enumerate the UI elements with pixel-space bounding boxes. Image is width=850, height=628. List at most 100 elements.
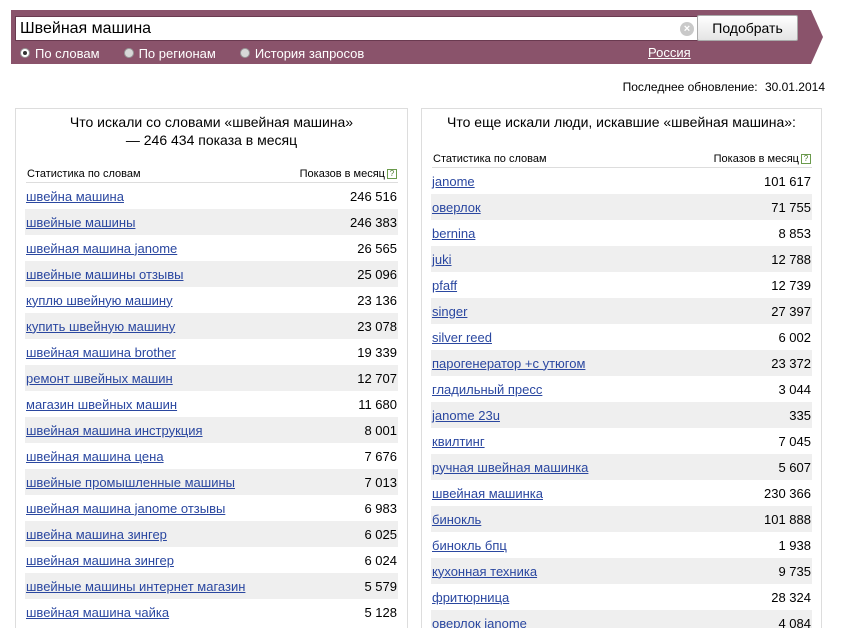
impressions-count: 5 579 xyxy=(364,578,397,594)
phrase-link[interactable]: квилтинг xyxy=(432,434,485,449)
table-row: швейные машины отзывы 25 096 xyxy=(25,261,398,287)
impressions-count: 28 324 xyxy=(771,589,811,605)
phrase-link[interactable]: швейная машина инструкция xyxy=(26,423,203,438)
phrase-link[interactable]: фритюрница xyxy=(432,590,509,605)
radio-query-history[interactable] xyxy=(239,48,250,58)
phrase-link[interactable]: оверлок janome xyxy=(432,616,527,628)
table-row: бинокль 101 888 xyxy=(431,506,812,532)
table-row: бинокль бпц 1 938 xyxy=(431,532,812,558)
help-icon[interactable]: ? xyxy=(801,154,811,165)
radio-by-regions[interactable] xyxy=(123,48,134,58)
phrase-link[interactable]: парогенератор +с утюгом xyxy=(432,356,585,371)
mode-by-words[interactable]: По словам xyxy=(20,46,100,61)
table-row: bernina 8 853 xyxy=(431,220,812,246)
impressions-count: 23 372 xyxy=(771,355,811,371)
phrase-link[interactable]: швейная машина чайка xyxy=(26,605,169,620)
table-row: швейные машины интернет магазин 5 579 xyxy=(25,573,398,599)
table-row: janome 101 617 xyxy=(431,168,812,194)
table-row: квилтинг 7 045 xyxy=(431,428,812,454)
left-col-count: Показов в месяц xyxy=(299,167,385,180)
search-banner: × Подобрать По словам По регионам Истори… xyxy=(11,10,823,64)
phrase-link[interactable]: швейная машина цена xyxy=(26,449,164,464)
phrase-link[interactable]: куплю швейную машину xyxy=(26,293,173,308)
impressions-count: 6 025 xyxy=(364,526,397,542)
table-row: швейная машина цена 7 676 xyxy=(25,443,398,469)
search-mode-group: По словам По регионам История запросов xyxy=(20,45,388,61)
phrase-link[interactable]: silver reed xyxy=(432,330,492,345)
table-row: парогенератор +с утюгом 23 372 xyxy=(431,350,812,376)
table-row: швейная машина чайка 5 128 xyxy=(25,599,398,625)
impressions-count: 101 888 xyxy=(764,511,811,527)
submit-button[interactable]: Подобрать xyxy=(697,15,798,41)
impressions-count: 7 676 xyxy=(364,448,397,464)
phrase-link[interactable]: магазин швейных машин xyxy=(26,397,177,412)
table-row: швейная машина инструкция 8 001 xyxy=(25,417,398,443)
table-row: juki 12 788 xyxy=(431,246,812,272)
phrase-link[interactable]: ремонт швейных машин xyxy=(26,371,173,386)
last-updated: Последнее обновление: 30.01.2014 xyxy=(619,80,825,94)
mode-by-regions[interactable]: По регионам xyxy=(123,46,216,61)
phrase-link[interactable]: кухонная техника xyxy=(432,564,537,579)
right-table-header: Статистика по словам Показов в месяц? xyxy=(432,151,812,168)
table-row: singer 27 397 xyxy=(431,298,812,324)
impressions-count: 71 755 xyxy=(771,199,811,215)
phrase-link[interactable]: бинокль бпц xyxy=(432,538,507,553)
phrase-link[interactable]: pfaff xyxy=(432,278,457,293)
clear-icon[interactable]: × xyxy=(680,22,694,36)
phrase-link[interactable]: juki xyxy=(432,252,452,267)
impressions-count: 6 002 xyxy=(778,329,811,345)
phrase-link[interactable]: швейна машина xyxy=(26,189,124,204)
impressions-count: 12 788 xyxy=(771,251,811,267)
phrase-link[interactable]: оверлок xyxy=(432,200,481,215)
phrase-link[interactable]: singer xyxy=(432,304,467,319)
table-row: кухонная техника 9 735 xyxy=(431,558,812,584)
left-col-count-wrap: Показов в месяц? xyxy=(300,168,397,180)
radio-by-words[interactable] xyxy=(20,48,30,58)
phrase-link[interactable]: janome xyxy=(432,174,475,189)
phrase-link[interactable]: швейная машинка xyxy=(432,486,543,501)
phrase-link[interactable]: ручная швейная машинка xyxy=(432,460,588,475)
table-row: гладильный пресс 3 044 xyxy=(431,376,812,402)
phrase-link[interactable]: janome 23u xyxy=(432,408,500,423)
region-link[interactable]: Россия xyxy=(648,45,691,60)
table-row: ремонт швейных машин 12 707 xyxy=(25,365,398,391)
mode-query-history[interactable]: История запросов xyxy=(239,45,365,61)
left-rows: швейна машина 246 516 швейные машины 246 38… xyxy=(25,183,398,625)
search-input[interactable] xyxy=(20,19,670,39)
phrase-link[interactable]: швейные машины отзывы xyxy=(26,267,184,282)
table-row: швейная машина janome 26 565 xyxy=(25,235,398,261)
table-row: janome 23u 335 xyxy=(431,402,812,428)
phrase-link[interactable]: швейные промышленные машины xyxy=(26,475,235,490)
phrase-link[interactable]: швейна машина зингер xyxy=(26,527,167,542)
table-row: ручная швейная машинка 5 607 xyxy=(431,454,812,480)
impressions-count: 19 339 xyxy=(357,344,397,360)
help-icon[interactable]: ? xyxy=(387,168,397,179)
impressions-count: 7 045 xyxy=(778,433,811,449)
table-row: оверлок janome 4 084 xyxy=(431,610,812,628)
table-row: pfaff 12 739 xyxy=(431,272,812,298)
left-col-words: Статистика по словам xyxy=(27,167,141,180)
phrase-link[interactable]: bernina xyxy=(432,226,475,241)
phrase-link[interactable]: купить швейную машину xyxy=(26,319,175,334)
phrase-link[interactable]: швейные машины интернет магазин xyxy=(26,579,245,594)
phrase-link[interactable]: швейные машины xyxy=(26,215,135,230)
phrase-link[interactable]: бинокль xyxy=(432,512,481,527)
phrase-link[interactable]: швейная машина janome xyxy=(26,241,177,256)
search-field[interactable]: × xyxy=(15,16,701,41)
phrase-link[interactable]: швейная машина janome отзывы xyxy=(26,501,225,516)
right-col-count-wrap: Показов в месяц? xyxy=(714,153,811,165)
phrase-link[interactable]: швейная машина зингер xyxy=(26,553,174,568)
table-row: швейная машина janome отзывы 6 983 xyxy=(25,495,398,521)
left-panel-title: Что искали со словами «швейная машина» —… xyxy=(69,114,354,148)
impressions-count: 23 078 xyxy=(357,318,397,334)
impressions-count: 23 136 xyxy=(357,292,397,308)
mode-query-history-label: История запросов xyxy=(254,45,365,61)
impressions-count: 11 680 xyxy=(358,396,397,412)
table-row: швейная машинка 230 366 xyxy=(431,480,812,506)
banner-arrow xyxy=(811,10,823,64)
impressions-count: 246 516 xyxy=(350,188,397,204)
phrase-link[interactable]: швейная машина brother xyxy=(26,345,176,360)
phrase-link[interactable]: гладильный пресс xyxy=(432,382,542,397)
left-panel: Что искали со словами «швейная машина» —… xyxy=(15,108,408,628)
table-row: магазин швейных машин 11 680 xyxy=(25,391,398,417)
